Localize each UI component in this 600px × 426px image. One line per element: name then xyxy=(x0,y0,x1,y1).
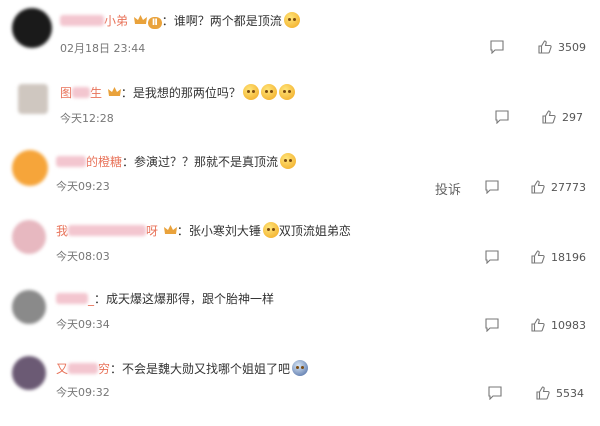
reply-icon[interactable] xyxy=(495,110,509,124)
shy-emoji-icon xyxy=(280,153,297,169)
reply-icon[interactable] xyxy=(488,386,502,400)
avatar[interactable] xyxy=(12,150,48,186)
avatar[interactable] xyxy=(12,220,46,254)
thumbs-up-icon xyxy=(542,110,556,124)
avatar[interactable] xyxy=(12,290,46,324)
smile-emoji-icon xyxy=(242,84,259,100)
report-button[interactable]: 投诉 xyxy=(435,179,461,198)
comment-time: 02月18日 23:44 xyxy=(60,42,146,55)
comment-header: 图生 ：是我想的那两位吗？ xyxy=(60,84,295,101)
like-button[interactable]: 3509 xyxy=(538,40,586,54)
comment-header: 我呀 ：张小寒刘大锤 双顶流姐弟恋 xyxy=(56,222,351,238)
username[interactable]: 的橙糖 xyxy=(86,155,122,169)
username-prefix[interactable]: 我 xyxy=(56,224,68,238)
username[interactable]: 呀 xyxy=(146,224,158,238)
comment-time: 今天09:23 xyxy=(56,180,110,193)
thumbs-up-icon xyxy=(531,180,545,194)
reply-icon[interactable] xyxy=(485,318,499,332)
reply-icon[interactable] xyxy=(490,40,504,54)
comment-header: 小弟 Ⅱ ：谁啊？两个都是顶流 xyxy=(60,12,300,29)
username-blurred[interactable] xyxy=(68,363,99,374)
thumbs-up-icon xyxy=(536,386,550,400)
reply-icon[interactable] xyxy=(485,180,499,194)
smile-emoji-icon xyxy=(278,84,295,100)
comment-text: 参演过？？那就不是真顶流 xyxy=(134,155,279,169)
comment-text-part1: 张小寒刘大锤 xyxy=(188,224,261,238)
like-count: 297 xyxy=(562,110,583,124)
like-count: 5534 xyxy=(556,386,584,400)
username[interactable]: 穷 xyxy=(98,362,110,376)
level-badge: Ⅱ xyxy=(147,17,162,29)
avatar[interactable] xyxy=(12,8,52,48)
comment-text: 成天爆这爆那得，跟个胎神一样 xyxy=(106,292,275,306)
crown-icon xyxy=(163,225,177,234)
username-blurred[interactable] xyxy=(60,15,104,26)
username[interactable]: 生 xyxy=(90,86,102,100)
comment-time: 今天08:03 xyxy=(56,250,110,263)
crown-icon xyxy=(133,15,147,24)
reply-icon[interactable] xyxy=(485,250,499,264)
like-count: 27773 xyxy=(551,180,586,194)
like-count: 18196 xyxy=(551,250,586,264)
doge-emoji-icon xyxy=(283,12,300,28)
smile-emoji-icon xyxy=(260,84,277,100)
comment-time: 今天09:32 xyxy=(56,386,110,399)
comment-text: 谁啊？两个都是顶流 xyxy=(173,14,282,28)
comment-header: _：成天爆这爆那得，跟个胎神一样 xyxy=(56,291,274,307)
like-button[interactable]: 297 xyxy=(542,110,583,124)
username[interactable]: 小弟 xyxy=(104,14,128,28)
thumbs-up-icon xyxy=(531,318,545,332)
avatar[interactable] xyxy=(12,356,46,390)
cry-emoji-icon xyxy=(292,360,309,376)
comment-time: 今天09:34 xyxy=(56,318,110,331)
doge-emoji-icon xyxy=(262,222,279,238)
avatar[interactable] xyxy=(18,84,48,114)
like-button[interactable]: 5534 xyxy=(536,386,584,400)
like-button[interactable]: 10983 xyxy=(531,318,586,332)
comment-header: 又穷：不会是魏大勋又找哪个姐姐了吧 xyxy=(56,360,309,377)
like-button[interactable]: 18196 xyxy=(531,250,586,264)
crown-icon xyxy=(107,87,121,96)
username-blurred[interactable] xyxy=(56,293,88,304)
comment-text-part2: 双顶流姐弟恋 xyxy=(278,224,351,238)
username-prefix[interactable]: 图 xyxy=(60,86,72,100)
thumbs-up-icon xyxy=(538,40,552,54)
like-button[interactable]: 27773 xyxy=(531,180,586,194)
thumbs-up-icon xyxy=(531,250,545,264)
like-count: 10983 xyxy=(551,318,586,332)
username-prefix[interactable]: 又 xyxy=(56,362,68,376)
username-blurred[interactable] xyxy=(56,156,86,167)
comment-time: 今天12:28 xyxy=(60,112,114,125)
comment-text: 不会是魏大勋又找哪个姐姐了吧 xyxy=(122,362,291,376)
username-blurred[interactable] xyxy=(72,87,91,98)
comment-text: 是我想的那两位吗？ xyxy=(132,86,241,100)
username-blurred[interactable] xyxy=(68,225,147,236)
like-count: 3509 xyxy=(558,40,586,54)
comment-header: 的橙糖：参演过？？那就不是真顶流 xyxy=(56,153,297,170)
